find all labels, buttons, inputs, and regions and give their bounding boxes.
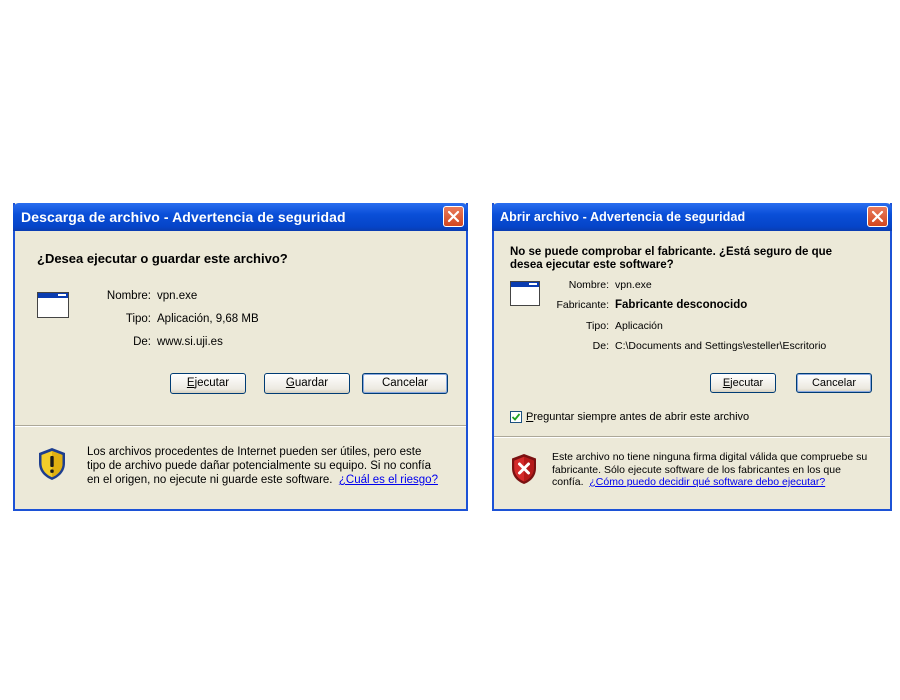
field-value: Fabricante desconocido (615, 299, 748, 311)
window-title: Descarga de archivo - Advertencia de seg… (21, 209, 346, 225)
cancel-button[interactable]: Cancelar (796, 373, 872, 393)
field-value: Aplicación (615, 320, 663, 332)
field-value: C:\Documents and Settings\esteller\Escri… (615, 340, 827, 352)
save-button[interactable]: Guardar (264, 373, 350, 394)
title-bar[interactable]: Abrir archivo - Advertencia de seguridad (492, 203, 892, 231)
dialog-heading: No se puede comprobar el fabricante. ¿Es… (510, 246, 833, 271)
field-value: Aplicación, 9,68 MB (157, 313, 259, 325)
field-label: Nombre: (568, 279, 609, 291)
field-type: Tipo: Aplicación, 9,68 MB (126, 313, 259, 325)
close-icon[interactable] (867, 206, 888, 227)
field-label: De: (592, 340, 609, 352)
field-label: Nombre: (106, 290, 151, 302)
field-label: Tipo: (125, 313, 151, 325)
divider (494, 436, 890, 438)
field-publisher: Fabricante: Fabricante desconocido (556, 299, 748, 311)
window-title: Abrir archivo - Advertencia de seguridad (500, 210, 746, 224)
application-file-icon (510, 281, 540, 306)
download-security-dialog: Descarga de archivo - Advertencia de seg… (13, 203, 468, 511)
application-file-icon (37, 292, 69, 318)
field-value: www.si.uji.es (157, 336, 223, 348)
always-ask-label[interactable]: Preguntar siempre antes de abrir este ar… (526, 411, 749, 423)
field-label: Fabricante: (556, 299, 609, 311)
title-bar[interactable]: Descarga de archivo - Advertencia de seg… (13, 203, 468, 231)
field-name: Nombre: vpn.exe (569, 279, 652, 291)
shield-error-icon (510, 453, 538, 490)
close-icon[interactable] (443, 206, 464, 227)
warning-text: Los archivos procedentes de Internet pue… (87, 446, 438, 486)
help-link[interactable]: ¿Cómo puedo decidir qué software debo ej… (589, 476, 825, 488)
field-from: De: C:\Documents and Settings\esteller\E… (593, 340, 827, 352)
open-file-security-dialog: Abrir archivo - Advertencia de seguridad… (492, 203, 892, 511)
dialog-question: ¿Desea ejecutar o guardar este archivo? (37, 251, 288, 266)
run-button[interactable]: Ejecutar (710, 373, 776, 393)
risk-link[interactable]: ¿Cuál es el riesgo? (339, 474, 438, 486)
field-value: vpn.exe (157, 290, 198, 302)
shield-warning-icon (37, 447, 67, 486)
warning-text: Este archivo no tiene ninguna firma digi… (552, 451, 868, 488)
field-value: vpn.exe (615, 279, 652, 291)
always-ask-checkbox[interactable] (510, 411, 522, 423)
field-label: Tipo: (586, 320, 609, 332)
cancel-button[interactable]: Cancelar (362, 373, 448, 394)
field-name: Nombre: vpn.exe (107, 290, 198, 302)
divider (15, 425, 466, 427)
field-label: De: (133, 336, 151, 348)
field-from: De: www.si.uji.es (133, 336, 223, 348)
field-type: Tipo: Aplicación (586, 320, 663, 332)
run-button[interactable]: Ejecutar (170, 373, 246, 394)
